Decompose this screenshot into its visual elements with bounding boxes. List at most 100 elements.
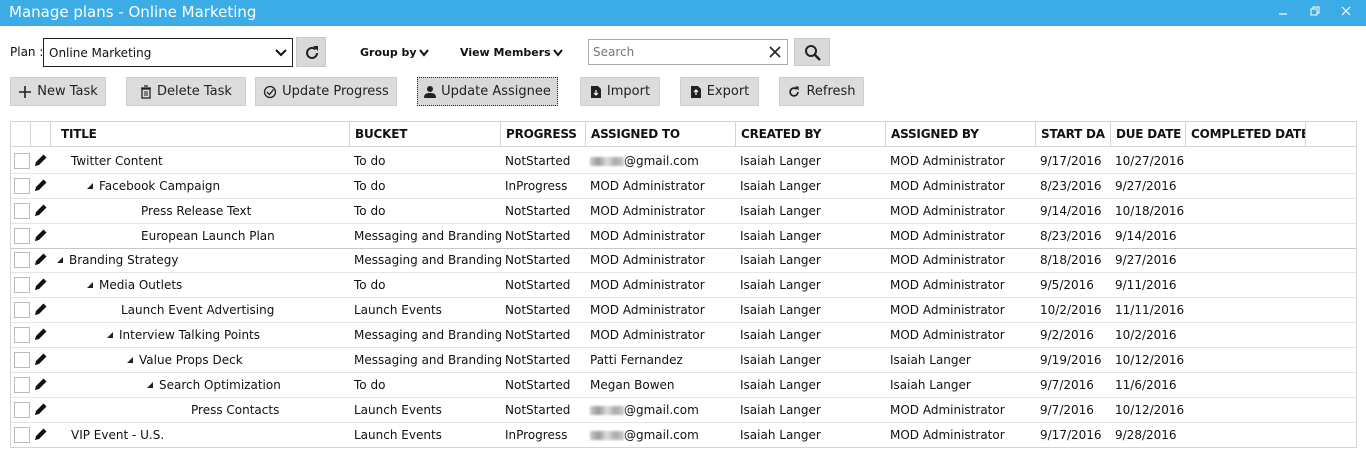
edit-pencil-icon[interactable] [34,427,48,441]
import-button[interactable]: Import [580,77,660,106]
cell-assigned-to: MOD Administrator [586,323,736,348]
edit-pencil-icon[interactable] [34,178,48,192]
column-header-due-date[interactable]: DUE DATE [1111,122,1186,147]
cell-title[interactable]: Facebook Campaign [51,174,350,199]
cell-title[interactable]: Press Release Text [51,199,350,224]
search-button[interactable] [794,38,830,66]
refresh-plan-button[interactable] [296,37,326,67]
cell-title[interactable]: Value Props Deck [51,348,350,373]
table-row[interactable]: Launch Event Advertising Launch Events Not… [11,298,1356,323]
edit-pencil-icon[interactable] [34,228,48,242]
cell-title[interactable]: Media Outlets [51,273,350,298]
tree-expander-icon[interactable] [87,183,93,189]
cell-text: Branding Strategy [69,253,179,267]
column-header-completed-date[interactable]: COMPLETED DATE [1186,122,1306,147]
tree-expander-icon[interactable] [127,357,133,363]
cell-created-by: Isaiah Langer [736,149,886,174]
tree-expander-icon[interactable] [107,332,113,338]
row-checkbox[interactable] [14,402,30,418]
edit-pencil-icon[interactable] [34,352,48,366]
column-header-title[interactable]: TITLE [51,122,350,147]
row-checkbox[interactable] [14,302,30,318]
cell-bucket: Messaging and Branding [350,224,501,249]
cell-bucket: To do [350,149,501,174]
cell-assigned-to: MOD Administrator [586,273,736,298]
search-input[interactable] [593,43,763,61]
row-checkbox[interactable] [14,427,30,443]
table-row[interactable]: VIP Event - U.S. Launch Events InProgress @… [11,423,1356,447]
column-header-start-date[interactable]: START DA [1036,122,1111,147]
edit-pencil-icon[interactable] [34,327,48,341]
edit-pencil-icon[interactable] [34,402,48,416]
row-checkbox[interactable] [14,352,30,368]
cell-text: NotStarted [505,403,571,417]
table-row[interactable]: Interview Talking Points Messaging and Br… [11,323,1356,348]
restore-icon[interactable] [1306,4,1324,22]
row-checkbox[interactable] [14,277,30,293]
row-checkbox[interactable] [14,228,30,244]
cell-assigned-by: MOD Administrator [886,199,1036,224]
edit-pencil-icon[interactable] [34,377,48,391]
table-row[interactable]: Media Outlets To do NotStarted MOD Administ… [11,273,1356,298]
row-checkbox[interactable] [14,203,30,219]
refresh-button[interactable]: Refresh [779,77,864,106]
cell-text: VIP Event - U.S. [71,428,165,442]
cell-assigned-by: MOD Administrator [886,423,1036,447]
table-row[interactable]: European Launch Plan Messaging and Brandi… [11,224,1356,249]
clear-search-icon[interactable] [767,44,783,63]
table-row[interactable]: Facebook Campaign To do InProgress MOD Admi… [11,174,1356,199]
table-row[interactable]: Press Contacts Launch Events NotStarted @gm… [11,398,1356,423]
column-header-assigned-to[interactable]: ASSIGNED TO [586,122,736,147]
table-row[interactable]: Twitter Content To do NotStarted @gmail.com… [11,149,1356,174]
delete-task-label: Delete Task [157,84,232,99]
cell-title[interactable]: VIP Event - U.S. [51,423,350,447]
view-members-dropdown[interactable]: View Members [460,46,563,59]
new-task-button[interactable]: New Task [10,77,106,106]
row-checkbox[interactable] [14,153,30,169]
edit-pencil-icon[interactable] [34,153,48,167]
update-progress-button[interactable]: Update Progress [255,77,397,106]
cell-created-by: Isaiah Langer [736,323,886,348]
cell-title[interactable]: Search Optimization [51,373,350,398]
column-header-progress[interactable]: PROGRESS [501,122,586,147]
column-header-created-by[interactable]: CREATED BY [736,122,886,147]
cell-title[interactable]: Interview Talking Points [51,323,350,348]
table-row[interactable]: Press Release Text To do NotStarted MOD Adm… [11,199,1356,224]
cell-text: MOD Administrator [890,179,1005,193]
edit-pencil-icon[interactable] [34,277,48,291]
tree-expander-icon[interactable] [57,257,63,263]
cell-title[interactable]: Branding Strategy [51,248,350,273]
close-icon[interactable] [1337,4,1355,22]
cell-title[interactable]: Press Contacts [51,398,350,423]
table-row[interactable]: Search Optimization To do NotStarted Megan … [11,373,1356,398]
table-row[interactable]: Branding Strategy Messaging and Branding N… [11,248,1356,273]
cell-text: MOD Administrator [890,204,1005,218]
cell-completed-date [1186,298,1306,323]
table-row[interactable]: Value Props Deck Messaging and Branding No… [11,348,1356,373]
delete-task-button[interactable]: Delete Task [126,77,246,106]
row-checkbox[interactable] [14,178,30,194]
minimize-icon[interactable] [1274,4,1292,22]
column-header-assigned-by[interactable]: ASSIGNED BY [886,122,1036,147]
cell-title[interactable]: Launch Event Advertising [51,298,350,323]
edit-pencil-icon[interactable] [34,203,48,217]
update-assignee-button[interactable]: Update Assignee [417,77,558,106]
update-assignee-label: Update Assignee [441,84,551,99]
plan-select[interactable]: Online Marketing [43,38,293,67]
export-button[interactable]: Export [680,77,759,106]
column-header-bucket[interactable]: BUCKET [350,122,501,147]
tree-expander-icon[interactable] [147,382,153,388]
edit-pencil-icon[interactable] [34,302,48,316]
cell-start-date: 9/7/2016 [1036,398,1111,423]
cell-title[interactable]: Twitter Content [51,149,350,174]
tree-expander-icon[interactable] [87,282,93,288]
row-checkbox[interactable] [14,327,30,343]
cell-text: 9/2/2016 [1040,328,1094,342]
cell-text: 9/27/2016 [1115,253,1177,267]
row-checkbox[interactable] [14,252,30,268]
row-checkbox[interactable] [14,377,30,393]
cell-text: To do [354,154,386,168]
group-by-dropdown[interactable]: Group by [360,46,429,59]
edit-pencil-icon[interactable] [34,252,48,266]
cell-title[interactable]: European Launch Plan [51,224,350,249]
